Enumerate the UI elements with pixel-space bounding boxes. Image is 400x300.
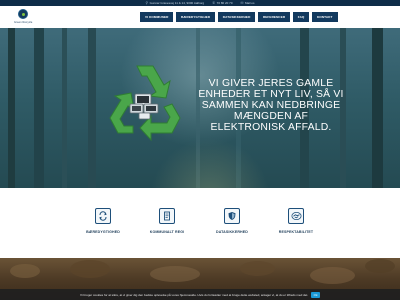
phone-icon: ✆ [212,1,216,5]
cookie-text: Vi bruger cookies for at sikre, at vi gi… [80,292,309,297]
phone-item[interactable]: ✆ 70 80 20 70 [212,1,232,5]
soil-clump [150,266,200,282]
tree-trunk [34,28,44,188]
feature-label: RESPEKTABILITET [278,230,314,234]
site-logo[interactable]: Green Recycle [14,9,32,26]
shield-icon [224,208,240,224]
tree-trunk [372,28,383,188]
recycle-icon [95,208,111,224]
hero-headline: VI GIVER JERES GAMLE ENHEDER ET NYT LIV,… [198,78,344,133]
tree-trunk [62,28,67,188]
address-item[interactable]: ⚲ Gunnar Gravesvej 11 & 14, 9000 Aalborg [146,1,205,5]
feature-kommunalt-regi[interactable]: KOMMUNALT REGI [132,208,202,234]
cookie-ok-button[interactable]: Ok [311,291,320,298]
tree-trunk [88,28,96,188]
logo-text: Green Recycle [14,20,33,24]
cookie-consent-bar: Vi bruger cookies for at sikre, at vi gi… [0,289,400,300]
nav-item-kontakt[interactable]: KONTAKT [311,12,338,22]
soil-clump [70,260,110,278]
phone-text: 70 80 20 70 [216,1,233,5]
soil-clump [10,264,40,278]
document-icon [159,208,175,224]
soil-clump [310,267,355,284]
main-nav: VI KOMMUNER BÆREDYGTIGHED DATASIKKERHED … [140,6,340,28]
email-item[interactable]: ✉ Mail os [241,1,255,5]
nav-item-kommuner[interactable]: VI KOMMUNER [140,12,174,22]
feature-label: BÆREDYGTIGHED [86,230,120,234]
electronics-cluster [129,93,159,120]
tree-trunk [8,28,15,188]
nav-item-datasikkerhed[interactable]: DATASIKKERHED [217,12,256,22]
mail-icon: ✉ [240,1,244,5]
logo-badge-icon [18,9,28,19]
feature-respektabilitet[interactable]: RESPEKTABILITET [261,208,331,234]
soil-clump [365,259,395,273]
features-section: BÆREDYGTIGHED KOMMUNALT REGI DATASIKKERH… [0,188,400,258]
nav-item-baeredygtighed[interactable]: BÆREDYGTIGHED [175,12,216,22]
map-pin-icon: ⚲ [145,1,149,5]
recycle-electronics-icon [109,65,181,142]
feature-label: KOMMUNALT REGI [149,230,185,234]
nav-item-faq[interactable]: FAQ [292,12,310,22]
hero-section: VI GIVER JERES GAMLE ENHEDER ET NYT LIV,… [0,28,400,188]
handshake-icon [288,208,304,224]
nav-item-referencer[interactable]: REFERENCER [257,12,291,22]
soil-clump [240,261,275,276]
feature-label: DATASIKKERHED [216,230,248,234]
email-text: Mail os [244,1,255,5]
feature-baeredygtighed[interactable]: BÆREDYGTIGHED [68,208,138,234]
feature-datasikkerhed[interactable]: DATASIKKERHED [197,208,267,234]
address-text: Gunnar Gravesvej 11 & 14, 9000 Aalborg [149,1,205,5]
